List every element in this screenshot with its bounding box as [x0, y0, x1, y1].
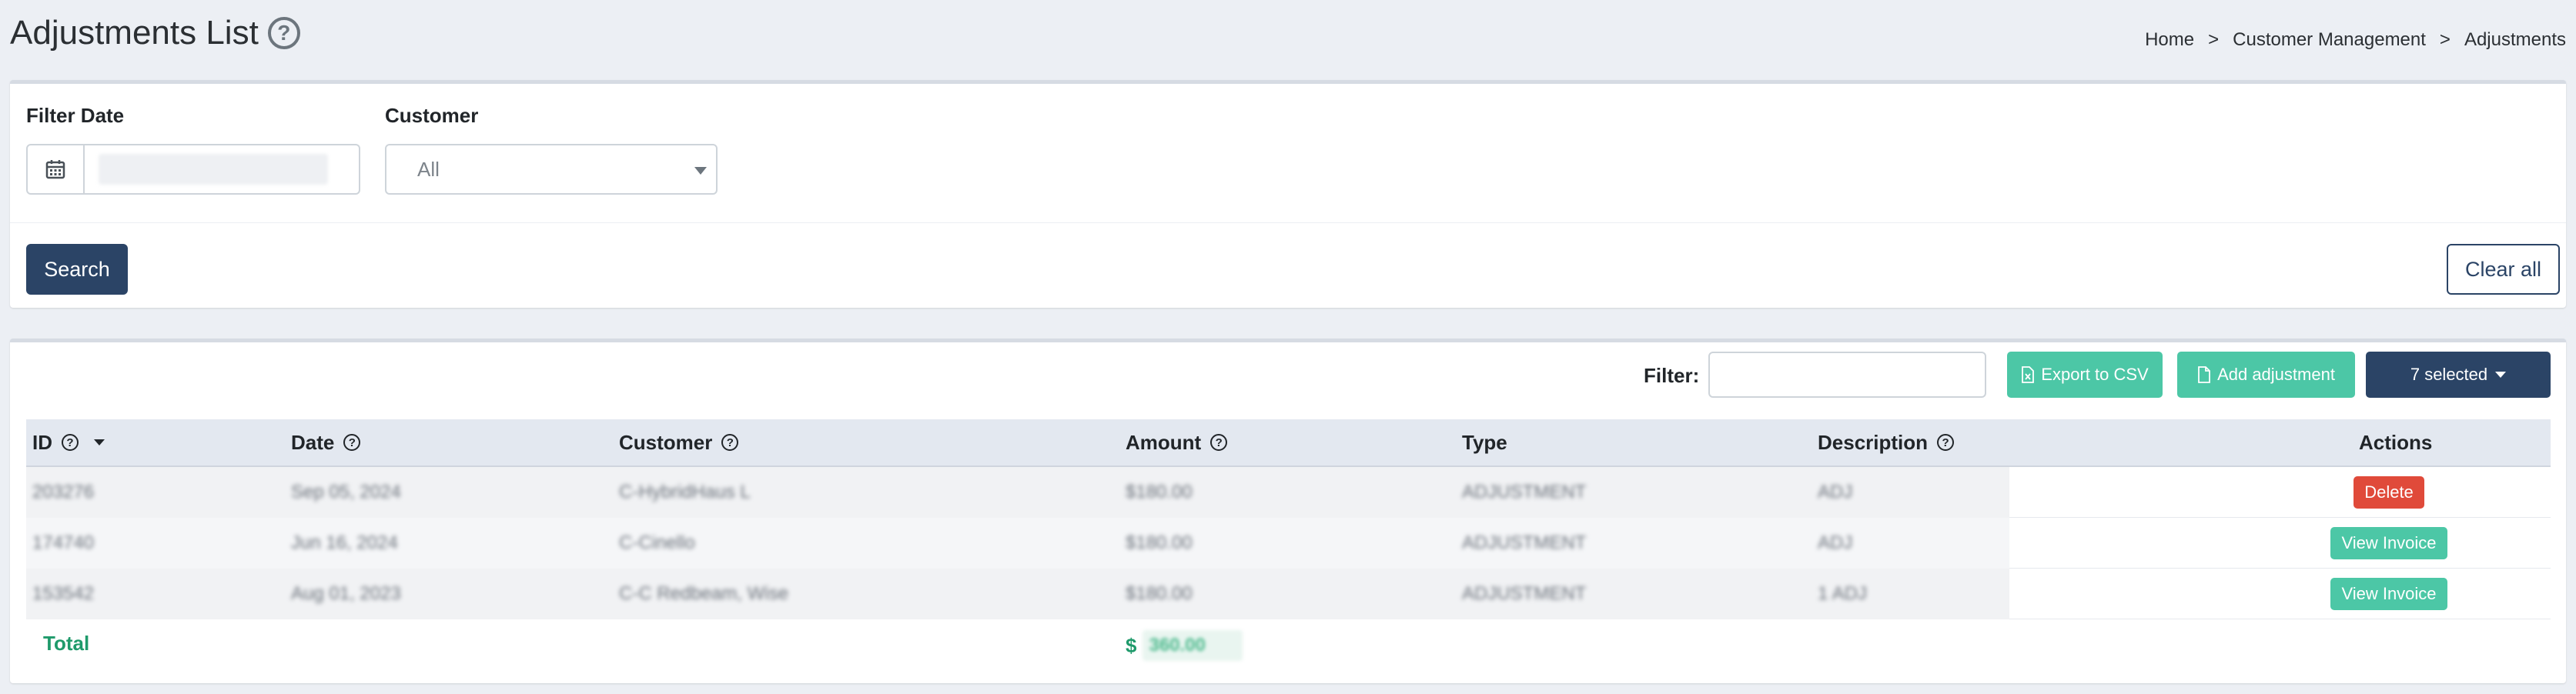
cell-actions: View Invoice [2222, 518, 2556, 569]
cell-date: Jun 16, 2024 [291, 532, 398, 553]
caret-down-icon [2495, 372, 2507, 378]
table-row[interactable]: 174740 Jun 16, 2024 C-Cinello $180.00 AD… [26, 518, 2551, 569]
table-filter-label: Filter: [1644, 364, 1700, 387]
date-range-value [99, 154, 328, 185]
question-circle-icon[interactable]: ? [267, 17, 300, 49]
customer-label: Customer [385, 104, 479, 127]
cell-description: ADJ [1818, 532, 1853, 553]
question-circle-icon[interactable]: ? [62, 434, 79, 451]
cell-customer: C-HybridHaus L [619, 482, 751, 502]
column-header-type[interactable]: Type [1462, 419, 1507, 465]
cell-description: ADJ [1818, 482, 1853, 502]
cell-customer: C-C Redbeam, Wise [619, 583, 789, 604]
page-header: Adjustments List ? Home > Customer Manag… [10, 11, 2566, 66]
question-circle-icon[interactable]: ? [1937, 434, 1955, 451]
add-adjustment-button[interactable]: Add adjustment [2177, 352, 2355, 398]
file-excel-icon [2022, 366, 2035, 383]
sort-desc-icon[interactable] [94, 439, 105, 445]
table-filter-input[interactable] [1708, 352, 1986, 398]
total-amount: $ 360.00 [1126, 630, 1243, 661]
cell-customer: C-Cinello [619, 532, 695, 553]
column-header-description[interactable]: Description ? [1818, 419, 1955, 465]
column-header-type-label: Type [1462, 430, 1507, 454]
cell-type: ADJUSTMENT [1462, 482, 1587, 502]
export-csv-button[interactable]: Export to CSV [2007, 352, 2163, 398]
column-header-id-label: ID [32, 430, 52, 454]
breadcrumb-separator: > [2439, 29, 2451, 50]
column-header-actions-label: Actions [2359, 430, 2433, 454]
view-invoice-button[interactable]: View Invoice [2330, 527, 2447, 559]
divider [10, 222, 2566, 223]
cell-actions: Delete [2222, 467, 2556, 518]
total-label: Total [43, 632, 90, 655]
column-header-actions: Actions [2359, 419, 2432, 465]
breadcrumb-separator: > [2208, 29, 2220, 50]
total-amount-value: 360.00 [1142, 630, 1243, 661]
cell-type: ADJUSTMENT [1462, 532, 1587, 553]
file-icon [2198, 366, 2210, 383]
column-header-customer[interactable]: Customer ? [619, 419, 739, 465]
page-title-text: Adjustments List [10, 14, 259, 52]
cell-id: 174740 [32, 532, 95, 553]
column-header-date-label: Date [291, 430, 335, 454]
column-select-dropdown[interactable]: 7 selected [2366, 352, 2551, 398]
filter-date-label: Filter Date [26, 104, 125, 127]
cell-id: 203276 [32, 482, 95, 502]
date-range-input[interactable] [85, 144, 360, 195]
search-button[interactable]: Search [26, 244, 128, 295]
adjustments-table-card: Filter: Export to CSV Add adjustment 7 s… [10, 339, 2566, 683]
cell-date: Aug 01, 2023 [291, 583, 401, 604]
delete-button[interactable]: Delete [2354, 476, 2424, 509]
cell-id: 153542 [32, 583, 95, 604]
customer-select-value: All [417, 157, 440, 181]
total-row: Total $ 360.00 [26, 619, 2551, 670]
chevron-down-icon [694, 167, 707, 175]
question-circle-icon[interactable]: ? [1210, 434, 1228, 451]
page-title: Adjustments List ? [10, 14, 300, 52]
column-select-label: 7 selected [2410, 365, 2488, 384]
customer-select[interactable]: All [385, 144, 718, 195]
breadcrumb-home[interactable]: Home [2145, 29, 2194, 51]
column-header-customer-label: Customer [619, 430, 713, 454]
clear-all-button[interactable]: Clear all [2447, 244, 2560, 295]
date-range-picker[interactable] [26, 144, 360, 195]
cell-description: 1 ADJ [1818, 583, 1868, 604]
cell-actions: View Invoice [2222, 569, 2556, 619]
table-row[interactable]: 203276 Sep 05, 2024 C-HybridHaus L $180.… [26, 467, 2551, 518]
cell-amount: $180.00 [1126, 482, 1193, 502]
table-header: ID ? Date ? Customer ? Amount ? Type Des… [26, 419, 2551, 467]
breadcrumb-adjustments: Adjustments [2464, 29, 2566, 50]
column-header-date[interactable]: Date ? [291, 419, 361, 465]
filter-card: Filter Date Customer All Search Clear al… [10, 80, 2566, 308]
add-adjustment-label: Add adjustment [2217, 365, 2335, 384]
export-csv-label: Export to CSV [2041, 365, 2149, 384]
column-header-amount-label: Amount [1126, 430, 1202, 454]
question-circle-icon[interactable]: ? [721, 434, 739, 451]
view-invoice-button[interactable]: View Invoice [2330, 578, 2447, 610]
breadcrumb: Home > Customer Management > Adjustments [2145, 29, 2566, 51]
adjustments-table: ID ? Date ? Customer ? Amount ? Type Des… [26, 419, 2551, 670]
cell-amount: $180.00 [1126, 583, 1193, 604]
cell-date: Sep 05, 2024 [291, 482, 401, 502]
table-row[interactable]: 153542 Aug 01, 2023 C-C Redbeam, Wise $1… [26, 569, 2551, 619]
calendar-icon[interactable] [26, 144, 85, 195]
breadcrumb-customer-management[interactable]: Customer Management [2233, 29, 2426, 51]
total-currency: $ [1126, 633, 1137, 657]
column-header-description-label: Description [1818, 430, 1929, 454]
cell-type: ADJUSTMENT [1462, 583, 1587, 604]
column-header-amount[interactable]: Amount ? [1126, 419, 1228, 465]
question-circle-icon[interactable]: ? [343, 434, 361, 451]
column-header-id[interactable]: ID ? [32, 419, 105, 465]
cell-amount: $180.00 [1126, 532, 1193, 553]
